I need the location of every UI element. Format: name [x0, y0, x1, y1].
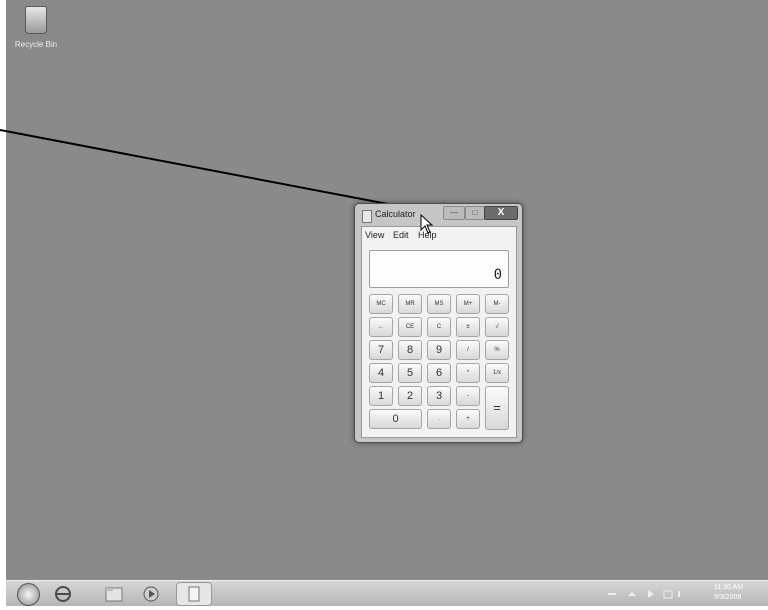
key-9[interactable]: 9 — [427, 340, 451, 360]
key-6[interactable]: 6 — [427, 363, 451, 383]
window-title: Calculator — [375, 209, 416, 219]
menu-view[interactable]: View — [365, 230, 384, 240]
maximize-button[interactable]: □ — [465, 206, 485, 220]
key-multiply[interactable]: * — [456, 363, 480, 383]
clock-date[interactable]: 9/3/2009 — [714, 594, 741, 601]
key-ms[interactable]: MS — [427, 294, 451, 314]
close-button[interactable]: X — [484, 206, 518, 220]
key-decimal[interactable]: . — [427, 409, 451, 429]
key-5[interactable]: 5 — [398, 363, 422, 383]
key-sqrt[interactable]: √ — [485, 317, 509, 337]
key-plus-minus[interactable]: ± — [456, 317, 480, 337]
key-subtract[interactable]: - — [456, 386, 480, 406]
calculator-window[interactable]: Calculator — □ X View Edit Help 0 MC MR … — [354, 203, 523, 443]
title-bar[interactable]: Calculator — □ X — [355, 204, 522, 226]
key-c[interactable]: C — [427, 317, 451, 337]
mouse-cursor-icon — [420, 214, 434, 234]
calculator-app-icon — [362, 210, 372, 223]
key-backspace[interactable]: ← — [369, 317, 393, 337]
key-percent[interactable]: % — [485, 340, 509, 360]
key-0[interactable]: 0 — [369, 409, 422, 429]
key-m-plus[interactable]: M+ — [456, 294, 480, 314]
taskbar: 11:30 AM 9/3/2009 — [6, 580, 768, 606]
key-equals[interactable]: = — [485, 386, 509, 430]
key-8[interactable]: 8 — [398, 340, 422, 360]
key-add[interactable]: + — [456, 409, 480, 429]
media-player-icon[interactable] — [140, 584, 162, 603]
minimize-button[interactable]: — — [443, 206, 465, 220]
key-divide[interactable]: / — [456, 340, 480, 360]
internet-explorer-icon[interactable] — [52, 584, 74, 603]
key-ce[interactable]: CE — [398, 317, 422, 337]
key-2[interactable]: 2 — [398, 386, 422, 406]
calculator-display: 0 — [369, 250, 509, 288]
clock-time[interactable]: 11:30 AM — [714, 584, 743, 591]
key-1[interactable]: 1 — [369, 386, 393, 406]
key-m-minus[interactable]: M- — [485, 294, 509, 314]
key-7[interactable]: 7 — [369, 340, 393, 360]
key-3[interactable]: 3 — [427, 386, 451, 406]
calculator-taskbar-button[interactable] — [176, 582, 212, 606]
key-mc[interactable]: MC — [369, 294, 393, 314]
system-tray-icons[interactable] — [606, 587, 686, 601]
menu-edit[interactable]: Edit — [393, 230, 409, 240]
start-button[interactable] — [17, 583, 40, 606]
windows-explorer-icon[interactable] — [103, 584, 125, 603]
key-mr[interactable]: MR — [398, 294, 422, 314]
key-reciprocal[interactable]: 1/x — [485, 363, 509, 383]
calculator-body: View Edit Help 0 MC MR MS M+ M- ← CE C ±… — [361, 226, 517, 438]
display-value: 0 — [493, 267, 502, 283]
key-4[interactable]: 4 — [369, 363, 393, 383]
